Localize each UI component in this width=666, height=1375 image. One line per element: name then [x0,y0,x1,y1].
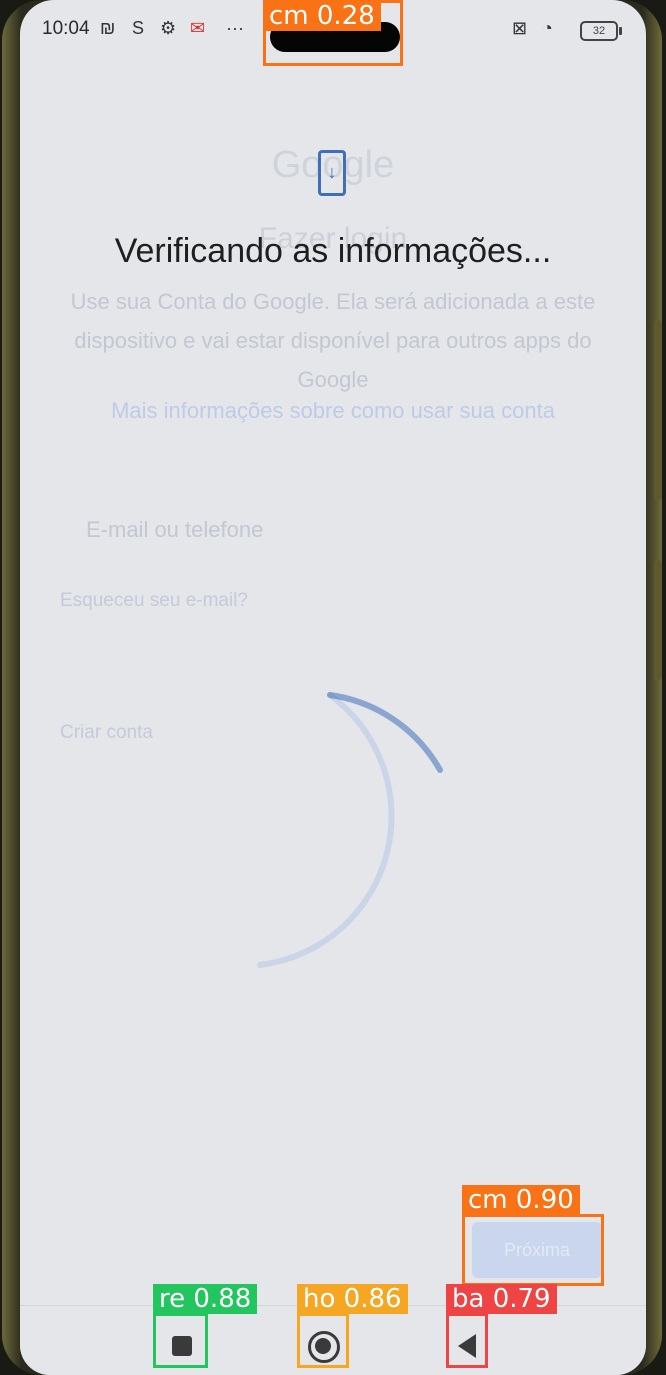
phone-download-icon: ↓ [318,150,346,196]
email-field[interactable]: E-mail ou telefone [60,500,580,560]
detection-box-back: ba 0.79 [446,1284,557,1368]
detection-label: ba 0.79 [446,1284,557,1314]
create-account-link[interactable]: Criar conta [60,722,153,744]
detection-label: ho 0.86 [297,1284,408,1314]
screen: 10:04 ₪ S ⚙ ✉ ··· ⊠ ◔ 32 Google Fazer lo… [20,0,646,1375]
forgot-email-link[interactable]: Esqueceu seu e-mail? [60,590,248,612]
verifying-title: Verificando as informações... [114,232,552,270]
status-time: 10:04 [42,18,90,39]
learn-more-link[interactable]: Mais informações sobre como usar sua con… [50,398,616,424]
phone-frame: 10:04 ₪ S ⚙ ✉ ··· ⊠ ◔ 32 Google Fazer lo… [2,0,662,1375]
battery-icon: 32 [580,21,622,41]
login-description: Use sua Conta do Google. Ela será adicio… [70,289,596,392]
wifi-icon: ◔ [542,18,553,38]
volume-button [654,320,662,500]
detection-box-home: ho 0.86 [297,1284,408,1368]
gear-icon: ⚙ [160,18,177,38]
loading-spinner [257,692,443,968]
more-icon: ··· [226,18,244,38]
s-icon: S [132,18,145,38]
nfc-icon: ₪ [100,18,116,38]
no-sim-icon: ⊠ [512,18,528,38]
detection-label: cm 0.90 [462,1185,580,1215]
mail-icon: ✉ [190,18,206,38]
detection-box-camera: cm 0.28 [263,0,403,66]
detection-label: cm 0.28 [263,1,381,31]
power-button [654,560,662,680]
detection-box-recents: re 0.88 [153,1284,258,1368]
detection-label: re 0.88 [153,1284,258,1314]
detection-box-next: cm 0.90 [462,1185,604,1286]
